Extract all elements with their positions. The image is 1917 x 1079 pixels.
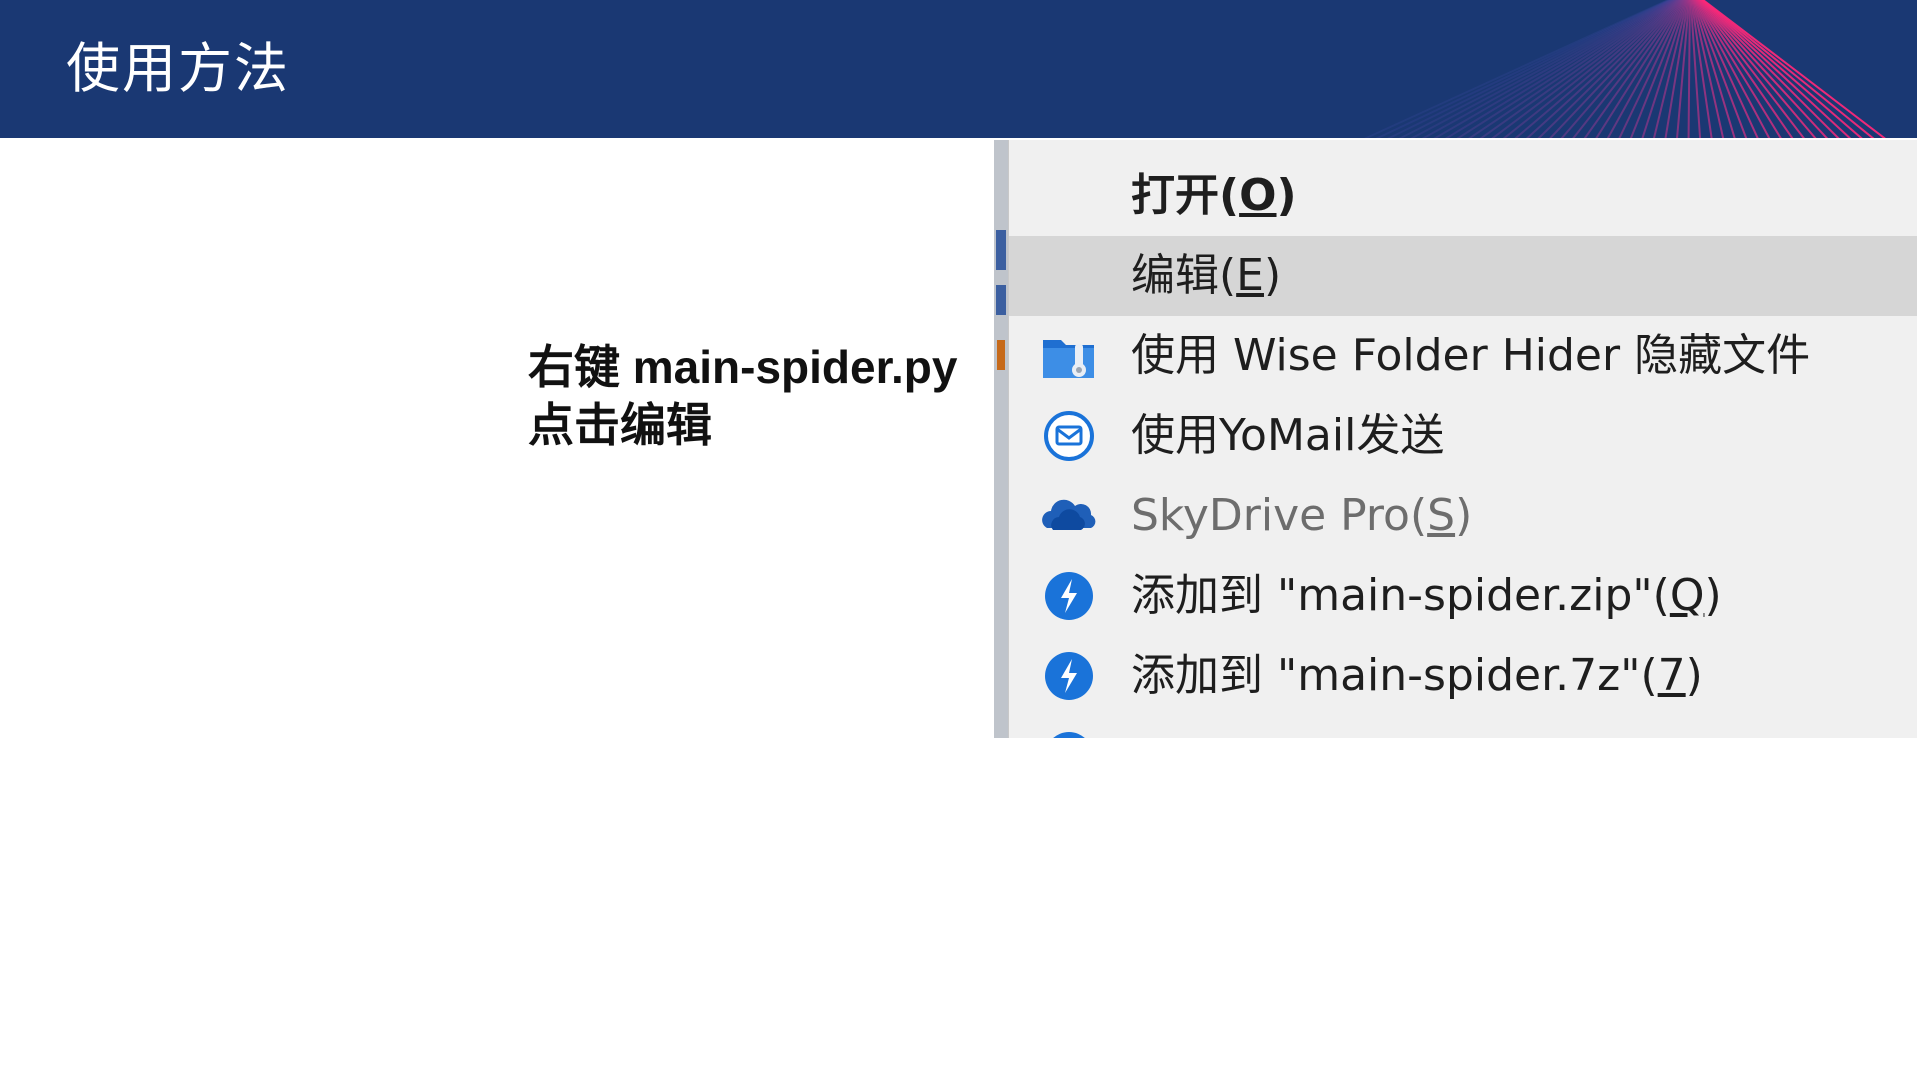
menu-item-skydrive[interactable]: SkyDrive Pro(S) xyxy=(1009,476,1917,556)
bandizip-icon xyxy=(1045,572,1093,620)
mail-icon xyxy=(1044,411,1094,461)
menu-item-label: 使用YoMail发送 xyxy=(1131,410,1445,461)
menu-item-label: 使用 Wise Folder Hider 隐藏文件 xyxy=(1131,330,1811,381)
accelerator-key: E xyxy=(1236,250,1264,301)
menu-item-cutoff xyxy=(1009,716,1917,738)
decorative-lines xyxy=(1363,0,1886,138)
accelerator-key: 7 xyxy=(1657,650,1686,701)
menu-item-yomail[interactable]: 使用YoMail发送 xyxy=(1009,396,1917,476)
menu-item-add-zip[interactable]: 添加到 "main-spider.zip"(Q) xyxy=(1009,556,1917,636)
menu-item-label: 添加到 "main-spider.7z"( xyxy=(1131,650,1658,701)
accelerator-key: Q xyxy=(1669,570,1705,621)
context-menu-screenshot: 打开(O) 编辑(E) 使用 Wise Folder Hider 隐藏文件 使用… xyxy=(994,140,1917,738)
cloud-icon xyxy=(1042,499,1096,530)
slide-header: 使用方法 xyxy=(0,0,1917,138)
accelerator-key: S xyxy=(1427,490,1456,541)
bandizip-icon xyxy=(1045,652,1093,700)
menu-item-label: SkyDrive Pro( xyxy=(1131,490,1428,541)
window-edge xyxy=(994,140,1008,738)
menu-item-wise-folder-hider[interactable]: 使用 Wise Folder Hider 隐藏文件 xyxy=(1009,316,1917,396)
instruction-line-1: 右键 main-spider.py xyxy=(528,341,958,393)
instruction-text: 右键 main-spider.py 点击编辑 xyxy=(528,338,957,454)
menu-item-open[interactable]: 打开(O) xyxy=(1009,156,1917,236)
bandizip-icon xyxy=(1053,732,1085,738)
slide-title: 使用方法 xyxy=(66,37,290,100)
context-menu: 打开(O) 编辑(E) 使用 Wise Folder Hider 隐藏文件 使用… xyxy=(1008,140,1917,738)
menu-item-add-7z[interactable]: 添加到 "main-spider.7z"(7) xyxy=(1009,636,1917,716)
instruction-line-2: 点击编辑 xyxy=(528,399,712,451)
accelerator-key: O xyxy=(1239,170,1277,221)
folder-lock-icon xyxy=(1043,340,1094,378)
menu-item-label: 添加到 "main-spider.zip"( xyxy=(1131,570,1670,621)
menu-item-label: 打开( xyxy=(1131,170,1240,221)
menu-item-label: 编辑( xyxy=(1131,250,1237,301)
menu-item-edit[interactable]: 编辑(E) xyxy=(1009,236,1917,316)
